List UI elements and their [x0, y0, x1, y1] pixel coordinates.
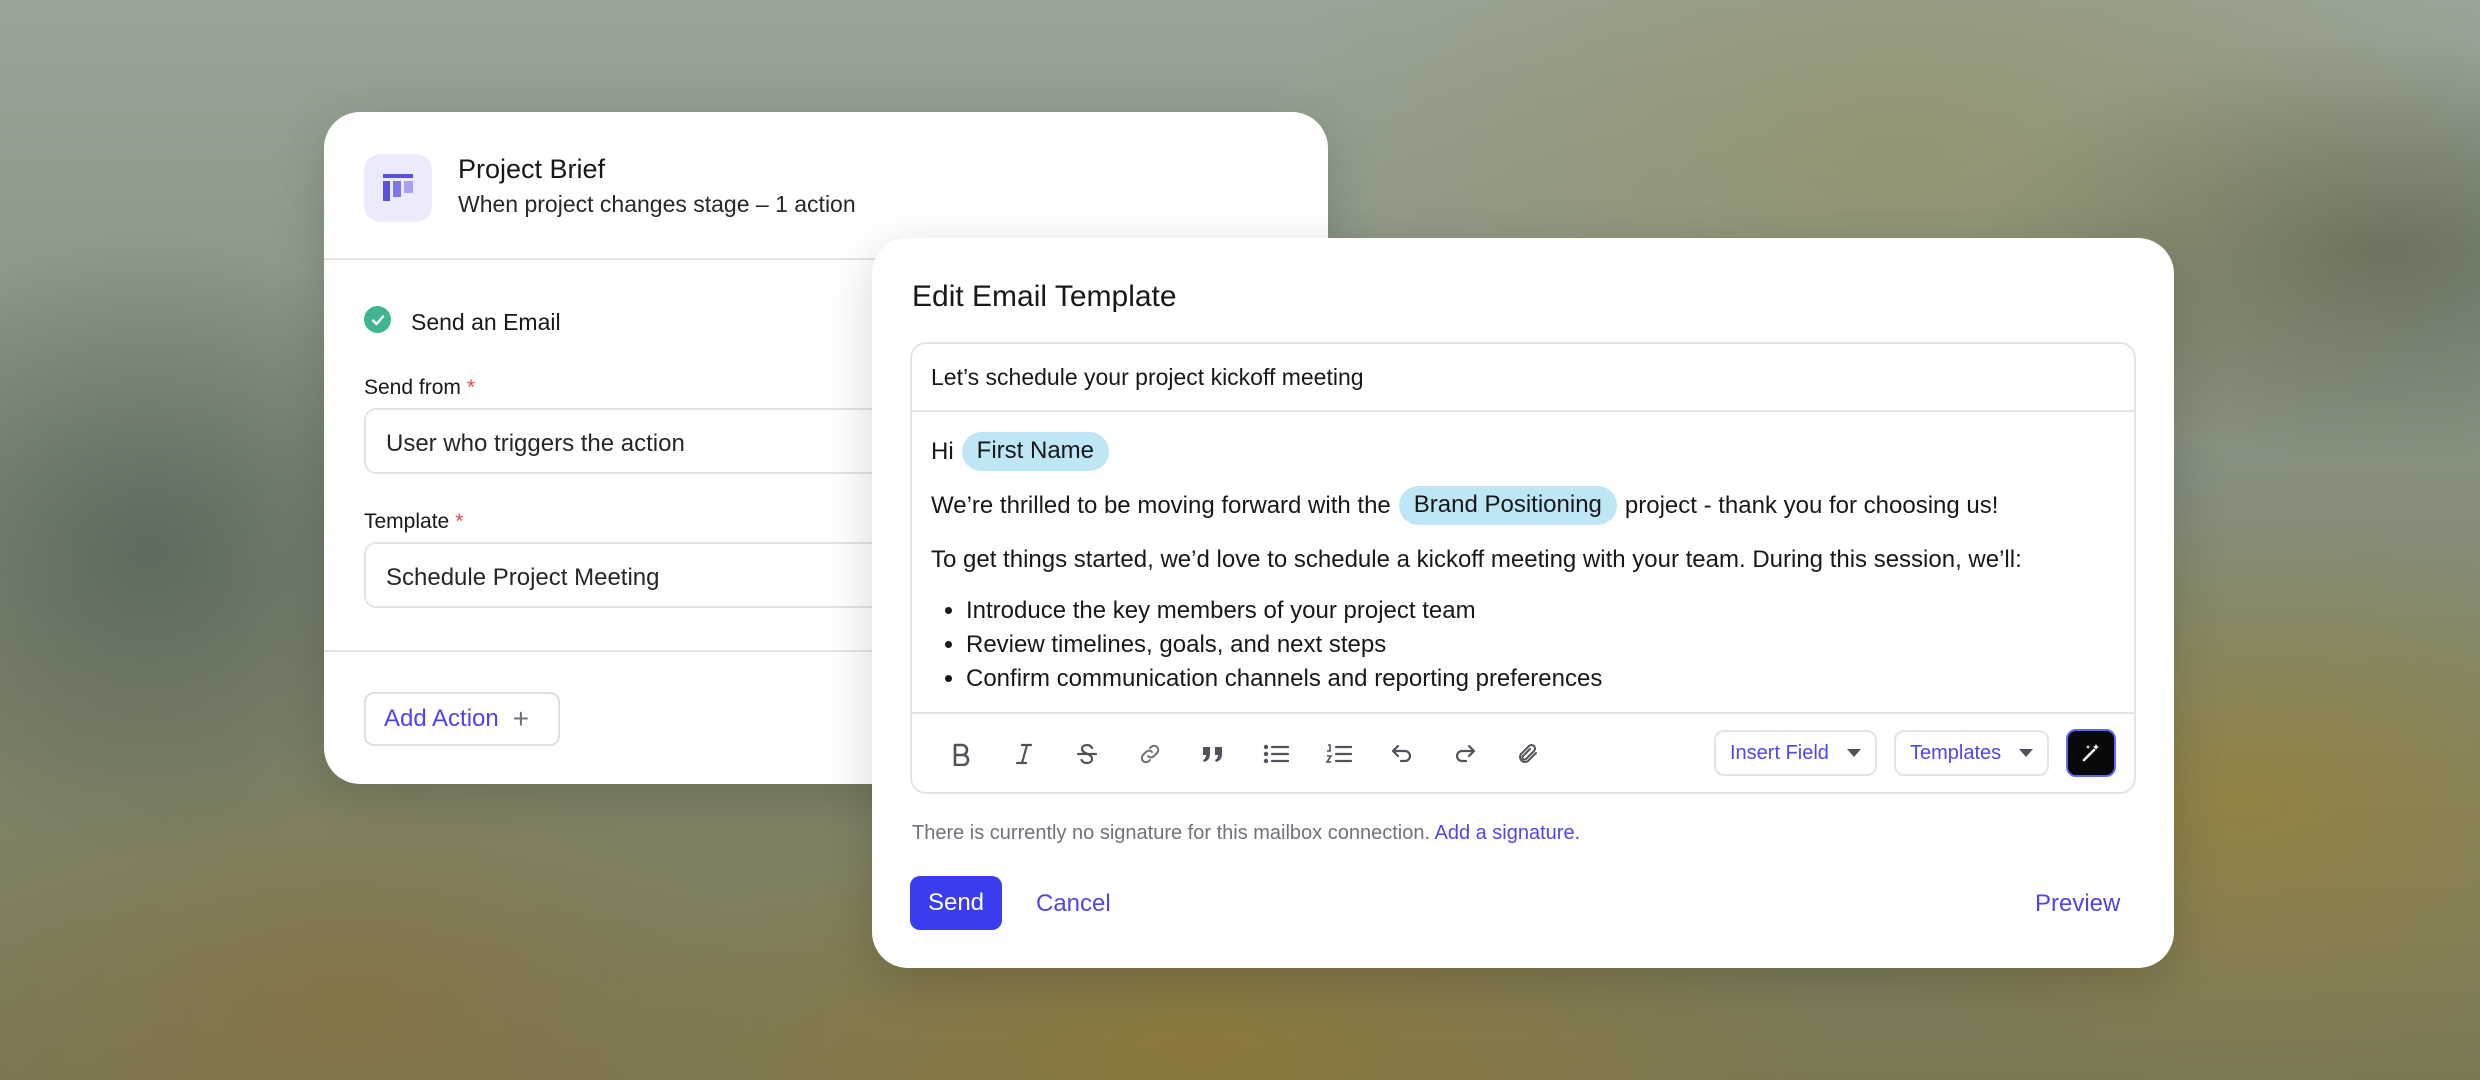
quote-icon[interactable] [1197, 738, 1229, 770]
dialog-title: Edit Email Template [912, 280, 1177, 313]
add-signature-link[interactable]: Add a signature. [1434, 822, 1580, 844]
add-action-button[interactable]: Add Action + [364, 692, 560, 746]
email-body[interactable]: Hi First Name We’re thrilled to be movin… [912, 412, 2134, 712]
italic-icon[interactable] [1008, 738, 1040, 770]
send-button[interactable]: Send [910, 876, 1002, 930]
required-mark: * [466, 376, 476, 399]
email-editor: Let’s schedule your project kickoff meet… [910, 342, 2136, 794]
cancel-button[interactable]: Cancel [1036, 890, 1111, 918]
chevron-down-icon [2019, 749, 2034, 757]
attachment-icon[interactable] [1512, 738, 1544, 770]
template-label: Template * [364, 510, 464, 533]
agenda-list: Introduce the key members of your projec… [966, 594, 1602, 696]
insert-field-dropdown[interactable]: Insert Field [1714, 730, 1877, 776]
add-action-label: Add Action [384, 705, 499, 732]
greeting-line: Hi First Name [931, 432, 1117, 471]
magic-wand-icon[interactable] [2066, 729, 2116, 777]
send-from-label: Send from * [364, 376, 476, 399]
bold-icon[interactable] [945, 738, 977, 770]
strikethrough-icon[interactable] [1071, 738, 1103, 770]
project-chip[interactable]: Brand Positioning [1398, 486, 1617, 525]
intro-line: We’re thrilled to be moving forward with… [931, 486, 1998, 525]
formatting-toolbar: Insert Field Templates [912, 712, 2134, 792]
templates-dropdown[interactable]: Templates [1894, 730, 2050, 776]
greeting-text: Hi [931, 437, 954, 465]
agenda-line: To get things started, we’d love to sche… [931, 546, 2022, 573]
action-label: Send an Email [411, 309, 561, 335]
intro-text-before: We’re thrilled to be moving forward with… [931, 491, 1391, 519]
redo-icon[interactable] [1449, 738, 1481, 770]
required-mark: * [455, 510, 464, 533]
undo-icon[interactable] [1386, 738, 1418, 770]
list-item: Confirm communication channels and repor… [966, 662, 1602, 696]
list-item: Introduce the key members of your projec… [966, 594, 1602, 628]
check-circle-icon [364, 306, 391, 333]
edit-email-template-card: Edit Email Template Let’s schedule your … [872, 238, 2174, 968]
link-icon[interactable] [1134, 738, 1166, 770]
signature-note-text: There is currently no signature for this… [912, 822, 1431, 844]
intro-text-after: project - thank you for choosing us! [1624, 491, 1999, 519]
signature-note: There is currently no signature for this… [912, 822, 1580, 845]
chevron-down-icon [1846, 749, 1861, 757]
subject-input[interactable]: Let’s schedule your project kickoff meet… [912, 344, 2134, 412]
plus-icon: + [512, 703, 530, 734]
bullet-list-icon[interactable] [1260, 738, 1292, 770]
list-item: Review timelines, goals, and next steps [966, 628, 1602, 662]
templates-label: Templates [1910, 741, 2002, 764]
numbered-list-icon[interactable] [1323, 738, 1355, 770]
insert-field-label: Insert Field [1730, 741, 1829, 764]
preview-button[interactable]: Preview [2035, 890, 2120, 918]
first-name-chip[interactable]: First Name [961, 432, 1110, 471]
